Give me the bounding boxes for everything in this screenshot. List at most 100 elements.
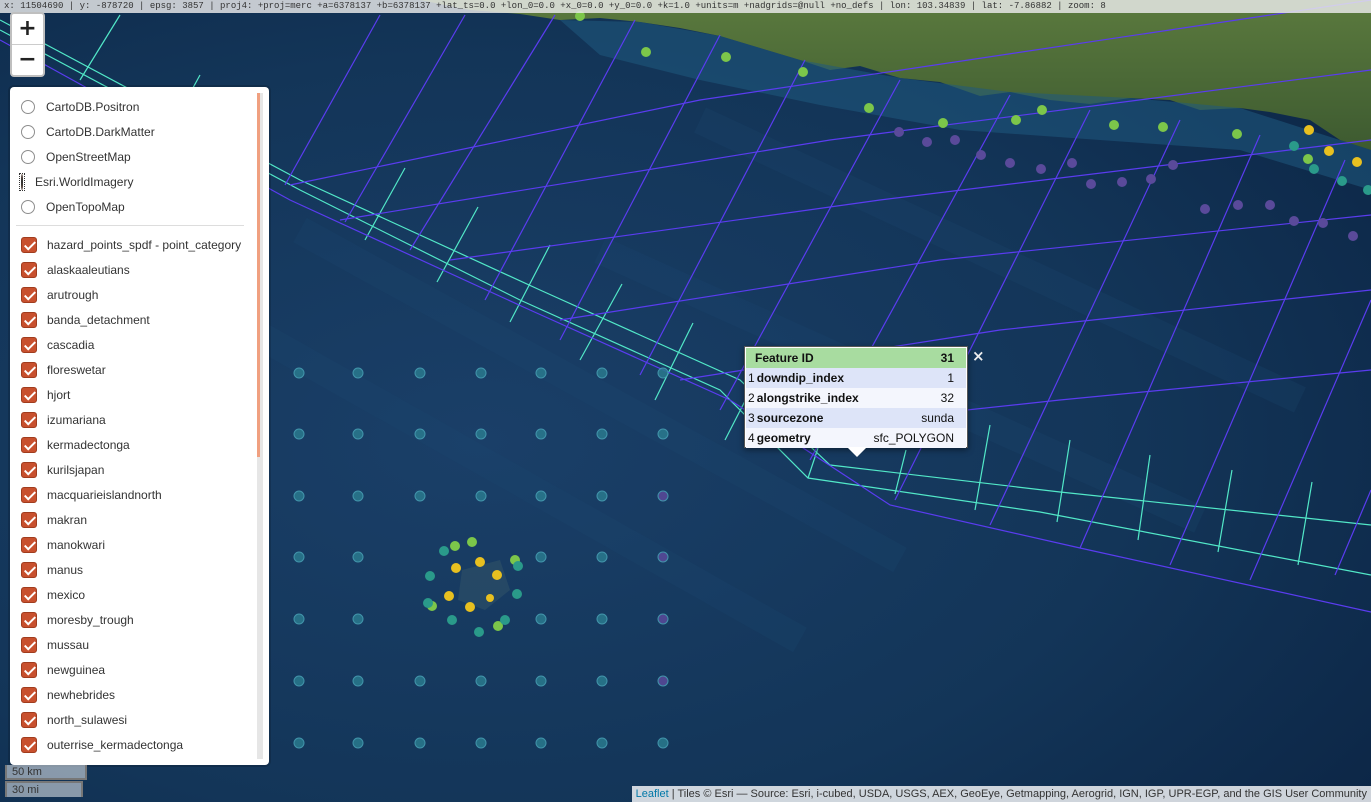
overlay-checkbox[interactable] [21, 386, 37, 403]
overlay-layer-label: makran [47, 512, 88, 527]
overlay-checkbox[interactable] [21, 586, 37, 603]
overlay-layer-label: hjort [47, 387, 71, 402]
attribute-value: 32 [866, 388, 966, 408]
overlay-layer-item[interactable]: kermadectonga [10, 432, 256, 457]
overlay-layer-item[interactable]: mussau [10, 632, 256, 657]
table-row: 4 geometry sfc_POLYGON [746, 428, 966, 448]
overlay-layer-item[interactable]: kurilsjapan [10, 457, 256, 482]
base-layer-label: OpenTopoMap [46, 199, 125, 214]
layer-scrollbar-thumb[interactable] [257, 93, 260, 457]
overlay-list: hazard_points_spdf - point_categoryalask… [10, 232, 256, 757]
overlay-checkbox[interactable] [21, 636, 37, 653]
radio-button[interactable] [21, 199, 35, 214]
attribute-value: sfc_POLYGON [866, 428, 966, 448]
row-index: 2 [746, 388, 755, 408]
overlay-layer-label: arutrough [47, 287, 99, 302]
attribute-value: sunda [866, 408, 966, 428]
overlay-layer-item[interactable]: manus [10, 557, 256, 582]
coordinate-readout: x: 11504690 | y: -878720 | epsg: 3857 | … [0, 0, 1371, 13]
overlay-layer-item[interactable]: arutrough [10, 282, 256, 307]
overlay-layer-item[interactable]: banda_detachment [10, 307, 256, 332]
base-layer-esri-worldimagery[interactable]: Esri.WorldImagery [10, 169, 256, 194]
overlay-layer-label: mussau [47, 637, 90, 652]
overlay-checkbox[interactable] [21, 286, 37, 303]
overlay-layer-label: outerrise_kermadectonga [47, 737, 184, 752]
layer-list: CartoDB.Positron CartoDB.DarkMatter Open… [10, 87, 256, 765]
overlay-layer-item[interactable]: izumariana [10, 407, 256, 432]
overlay-layer-item[interactable]: manokwari [10, 532, 256, 557]
overlay-layer-item[interactable]: mexico [10, 582, 256, 607]
popup-close-button[interactable]: × [972, 347, 985, 365]
overlay-layer-label: floreswetar [47, 362, 106, 377]
overlay-layer-item[interactable]: macquarieislandnorth [10, 482, 256, 507]
overlay-layer-label: izumariana [47, 412, 106, 427]
row-index: 1 [746, 368, 755, 388]
overlay-layer-label: cascadia [47, 337, 95, 352]
overlay-layer-item[interactable]: newguinea [10, 657, 256, 682]
overlay-layer-item[interactable]: cascadia [10, 332, 256, 357]
overlay-checkbox[interactable] [21, 311, 37, 328]
overlay-checkbox[interactable] [21, 361, 37, 378]
base-layer-label: CartoDB.DarkMatter [46, 124, 155, 139]
table-row: 3 sourcezone sunda [746, 408, 966, 428]
overlay-layer-label: newhebrides [47, 687, 116, 702]
radio-button[interactable] [21, 149, 35, 164]
base-layer-cartodb-positron[interactable]: CartoDB.Positron [10, 94, 256, 119]
overlay-checkbox[interactable] [21, 261, 37, 278]
base-layer-openstreetmap[interactable]: OpenStreetMap [10, 144, 256, 169]
zoom-control: + − [10, 12, 45, 77]
feature-id-value: 31 [866, 348, 966, 368]
attribute-name: downdip_index [754, 368, 867, 388]
feature-popup: Feature ID 31 1 downdip_index 1 2 alongs… [744, 346, 968, 457]
overlay-layer-label: mexico [47, 587, 86, 602]
overlay-checkbox[interactable] [21, 561, 37, 578]
overlay-layer-label: manokwari [47, 537, 106, 552]
overlay-checkbox[interactable] [21, 736, 37, 753]
overlay-layer-item[interactable]: makran [10, 507, 256, 532]
attribute-name: geometry [754, 428, 867, 448]
table-row: 2 alongstrike_index 32 [746, 388, 966, 408]
overlay-checkbox[interactable] [21, 536, 37, 553]
overlay-layer-item[interactable]: moresby_trough [10, 607, 256, 632]
zoom-in-button[interactable]: + [12, 14, 43, 45]
radio-focus-ring [19, 172, 25, 191]
overlay-layer-item[interactable]: newhebrides [10, 682, 256, 707]
overlay-checkbox[interactable] [21, 411, 37, 428]
overlay-checkbox[interactable] [21, 486, 37, 503]
overlay-checkbox[interactable] [21, 511, 37, 528]
overlay-checkbox[interactable] [21, 661, 37, 678]
attribute-name: alongstrike_index [754, 388, 867, 408]
overlay-layer-item[interactable]: outerrise_kermadectonga [10, 732, 256, 757]
overlay-layer-item[interactable]: floreswetar [10, 357, 256, 382]
overlay-checkbox[interactable] [21, 686, 37, 703]
overlay-layer-item[interactable]: north_sulawesi [10, 707, 256, 732]
overlay-layer-item[interactable]: hazard_points_spdf - point_category [10, 232, 256, 257]
overlay-layer-label: kermadectonga [47, 437, 130, 452]
overlay-layer-label: manus [47, 562, 84, 577]
base-layer-opentopomap[interactable]: OpenTopoMap [10, 194, 256, 219]
overlay-layer-label: moresby_trough [47, 612, 134, 627]
leaflet-link[interactable]: Leaflet [636, 788, 669, 800]
attribute-value: 1 [866, 368, 966, 388]
overlay-checkbox[interactable] [21, 461, 37, 478]
layer-scrollbar[interactable] [257, 93, 263, 759]
overlay-layer-label: hazard_points_spdf - point_category [47, 237, 242, 252]
base-layer-label: CartoDB.Positron [46, 99, 140, 114]
zoom-out-button[interactable]: − [12, 45, 43, 75]
overlay-checkbox[interactable] [21, 336, 37, 353]
overlay-checkbox[interactable] [21, 711, 37, 728]
overlay-checkbox[interactable] [21, 611, 37, 628]
radio-button[interactable] [21, 99, 35, 114]
radio-button[interactable] [21, 124, 35, 139]
scale-bar-km: 50 km [5, 765, 87, 780]
overlay-checkbox[interactable] [21, 436, 37, 453]
base-layer-cartodb-darkmatter[interactable]: CartoDB.DarkMatter [10, 119, 256, 144]
overlay-layer-item[interactable]: alaskaaleutians [10, 257, 256, 282]
overlay-layer-item[interactable]: hjort [10, 382, 256, 407]
attribute-name: sourcezone [754, 408, 867, 428]
map-attribution: Leaflet | Tiles © Esri — Source: Esri, i… [631, 786, 1371, 802]
overlay-layer-label: banda_detachment [47, 312, 150, 327]
radio-button-selected[interactable] [21, 173, 23, 190]
overlay-checkbox[interactable] [21, 236, 37, 253]
overlay-layer-label: alaskaaleutians [47, 262, 130, 277]
